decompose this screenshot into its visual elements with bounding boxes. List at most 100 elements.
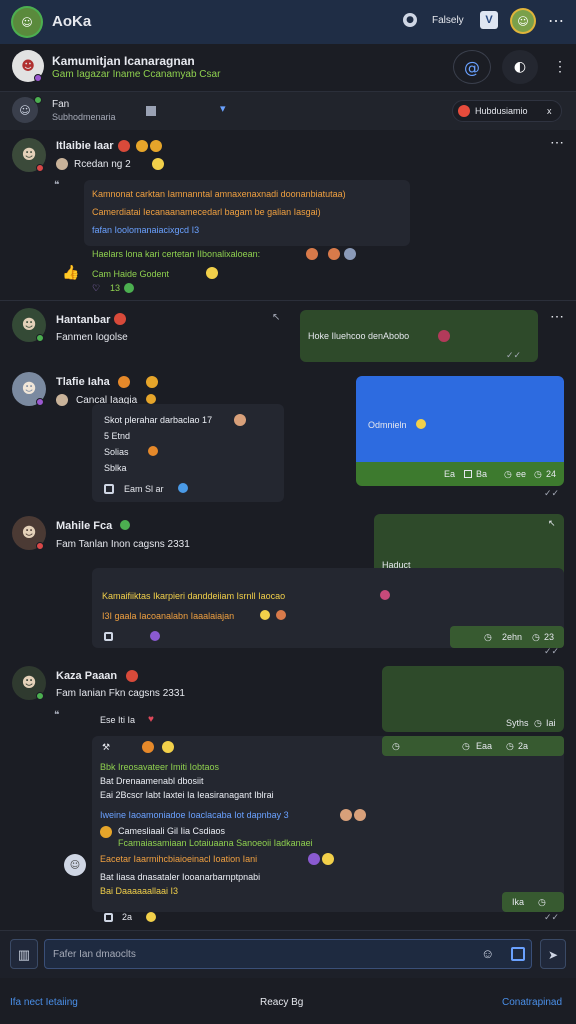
clock-icon: ◷ [484,632,492,642]
heart-icon[interactable]: ♥ [148,714,154,725]
presence-dot [36,398,44,406]
footer-bar: Ifa nect Ietaiing Reacy Bg Conatrapinad [0,978,576,1024]
tools-icon: ⚒ [102,742,111,752]
info-circle-icon[interactable]: ● [403,13,417,27]
mini-avatar [56,394,68,406]
message-input[interactable]: Fafer Ian dmaoclts ☺ [44,939,532,969]
message-meta: Fanmen Iogolse [56,332,128,343]
media-card-footer: Ea Ba ◷ ee ◷ 24 [356,462,564,486]
chat-subtitle: Gam Iagazar Iname Ccanamyab Csar [52,69,221,80]
emoji-icon [118,376,130,388]
message-2: ☻ Hantanbar Fanmen Iogolse ↖ Hoke Iluehc… [0,302,576,368]
footer-status: Reacy Bg [260,997,304,1008]
emoji-icon [146,376,158,388]
message-bubble: Kamnonat carktan Iamnanntal amnaxenaxnad… [84,180,410,246]
body-line: Cam Haide Godent [92,269,170,279]
nav-label[interactable]: Falsely [432,15,464,26]
meta-item: 2a [122,912,133,922]
more-icon[interactable]: ⋯ [548,11,564,31]
message-bubble: Skot plerahar darbaclao 17 5 Etnd Solias… [92,404,284,502]
more-icon[interactable]: ⋯ [550,308,564,325]
top-app-bar: ☺ AoKa ● Falsely V ☺ ⋯ [0,0,576,44]
emoji-picker-icon[interactable]: ☺ [481,946,494,961]
body-line: Solias [104,447,129,457]
emoji-icon [438,330,450,342]
body-line: Sblka [104,463,127,473]
more-icon[interactable]: ⋯ [550,134,564,151]
emoji-icon [152,158,164,170]
chat-bubble-icon[interactable]: ◐ [502,50,538,84]
chip-close-icon[interactable]: x [547,106,552,116]
emoji-icon [260,610,270,620]
author-name[interactable]: Mahile Fca [56,520,112,532]
emoji-icon [380,590,390,600]
emoji-icon [322,853,334,865]
attachment-label[interactable]: Eam Sl ar [124,484,164,494]
thread-avatar[interactable]: ☺ [64,854,86,876]
file-icon[interactable] [104,913,113,922]
meta-item: Syths [506,718,529,728]
user-avatar[interactable]: ☺ [13,8,41,36]
file-icon[interactable] [104,484,114,494]
author-name[interactable]: Hantanbar [56,314,110,326]
stat-value: 23 [544,632,555,642]
app-title: AoKa [52,13,92,30]
pinned-caption: Subhodmenaria [52,112,116,122]
home-icon[interactable] [146,106,156,116]
attach-icon[interactable]: ▥ [10,939,38,969]
footer-right-link[interactable]: Conatrapinad [502,997,562,1008]
reply-icon[interactable]: ↖ [272,312,280,323]
more-icon[interactable]: ⋮ [553,58,567,75]
emoji-icon [146,912,156,922]
composer-bar: ▥ Fafer Ian dmaoclts ☺ ➤ [0,930,576,978]
clock-icon: ◷ [506,741,514,751]
clock-icon: ◷ [504,469,512,479]
body-line: Haelars lona kari certetan IIbonalixaloe… [92,249,261,259]
author-name[interactable]: Itlaibie Iaar [56,140,113,152]
chevron-down-icon[interactable]: ▾ [220,102,226,115]
profile-avatar[interactable]: ☺ [512,10,534,32]
meta-item: Ea [444,469,456,479]
media-card[interactable]: Odmnieln [356,376,564,462]
filter-chip[interactable]: Hubdusiamio x [452,100,562,122]
thread-line: Camesliaali Gil Iia Csdiaos [118,826,226,836]
chat-header: ☻ Kamumitjan Icanaragnan Gam Iagazar Ina… [0,44,576,92]
thread-line: Bat Drenaamenabl dbosiit [100,776,204,786]
divider [0,300,576,301]
author-name[interactable]: Kaza Paaan [56,670,117,682]
message-meta: Fam Ianian Fkn cagsns 2331 [56,688,185,699]
emoji-icon [234,414,246,426]
chat-title: Kamumitjan Icanaragnan [52,54,195,68]
image-icon[interactable] [511,947,525,961]
clock-icon: ◷ [538,897,546,907]
pinned-name: Fan [52,99,70,110]
send-icon[interactable]: ➤ [540,939,566,969]
at-sign-icon[interactable]: @ [453,50,491,84]
emoji-icon [150,631,160,641]
mini-avatar [100,826,112,838]
stat-value: 2ehn [502,632,523,642]
thread-bubble: ⚒ ◷ ◷ Eaa ◷ 2a Bbk Ireosavateer Imiti Io… [92,736,564,912]
thumbs-up-icon[interactable]: 👍 [62,264,79,281]
reply-icon[interactable]: ↖ [548,518,556,529]
thread-end-strip: Ika ◷ [502,892,564,912]
v-badge-icon[interactable]: V [480,11,498,29]
presence-dot [36,692,44,700]
emoji-icon [136,140,148,152]
author-name[interactable]: Tlafie Iaha [56,376,110,388]
emoji-icon [344,248,356,260]
input-placeholder: Fafer Ian dmaoclts [53,949,136,960]
clock-icon: ◷ [534,469,542,479]
presence-dot [34,96,42,104]
footer-left-link[interactable]: Ifa nect Ietaiing [10,997,78,1008]
meta-item: Eaa [476,741,493,751]
meta-item: Ika [512,897,525,907]
body-line: Skot plerahar darbaclao 17 [104,415,213,425]
read-check-icon: ✓✓ [544,912,560,922]
emoji-icon [340,809,352,821]
reaction-icon[interactable]: ♡ [92,283,100,294]
pinned-bar: ☺ Fan Subhodmenaria ▾ Hubdusiamio x [0,92,576,130]
thread-line: Fcamaiasamiaan Lotaiuaana Sanoeoii Iadka… [118,838,313,848]
media-card[interactable]: Syths ◷ Iai [382,666,564,732]
file-icon[interactable] [104,632,113,641]
